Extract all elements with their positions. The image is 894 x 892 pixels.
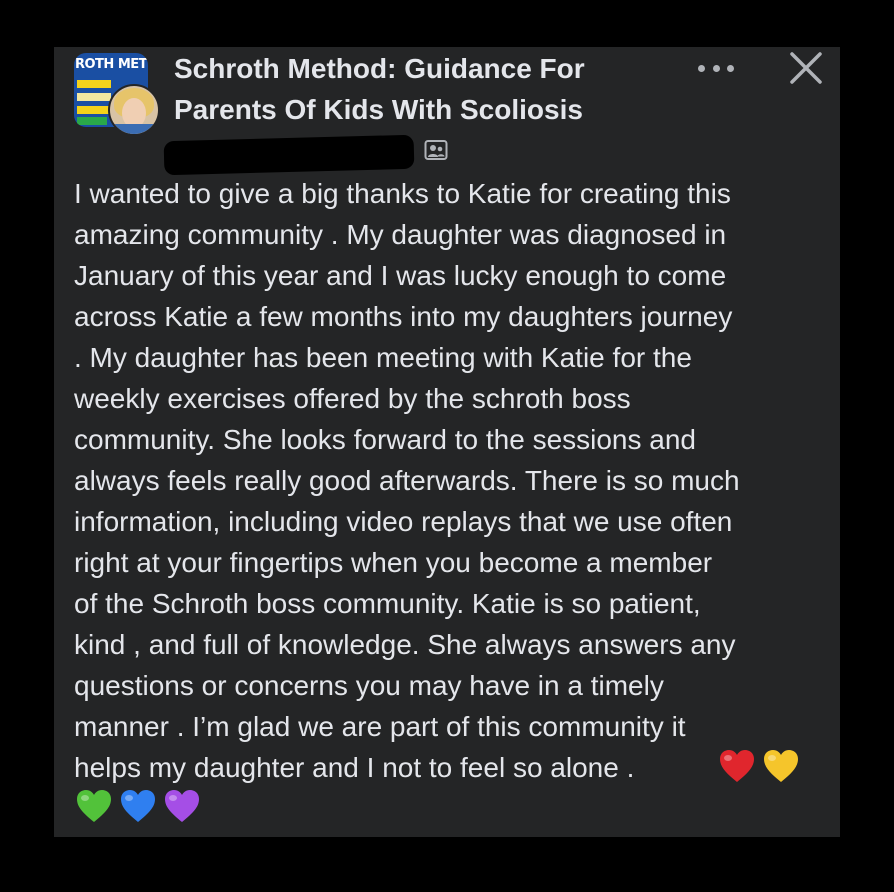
red-heart-icon	[720, 750, 754, 782]
emoji-inline	[718, 748, 800, 784]
close-icon[interactable]	[788, 50, 824, 86]
yellow-heart-icon	[764, 750, 798, 782]
author-avatar[interactable]	[108, 84, 160, 136]
group-avatar-text: ROTH MET	[74, 57, 148, 72]
blue-heart-icon	[121, 790, 155, 822]
author-name-redacted	[163, 134, 415, 176]
more-options-icon[interactable]	[698, 60, 734, 76]
emoji-row	[75, 788, 201, 824]
green-heart-icon	[77, 790, 111, 822]
group-name-link[interactable]: Schroth Method: Guidance For Parents Of …	[174, 48, 644, 130]
group-member-icon	[424, 140, 448, 160]
purple-heart-icon	[165, 790, 199, 822]
post-text: I wanted to give a big thanks to Katie f…	[74, 178, 740, 783]
